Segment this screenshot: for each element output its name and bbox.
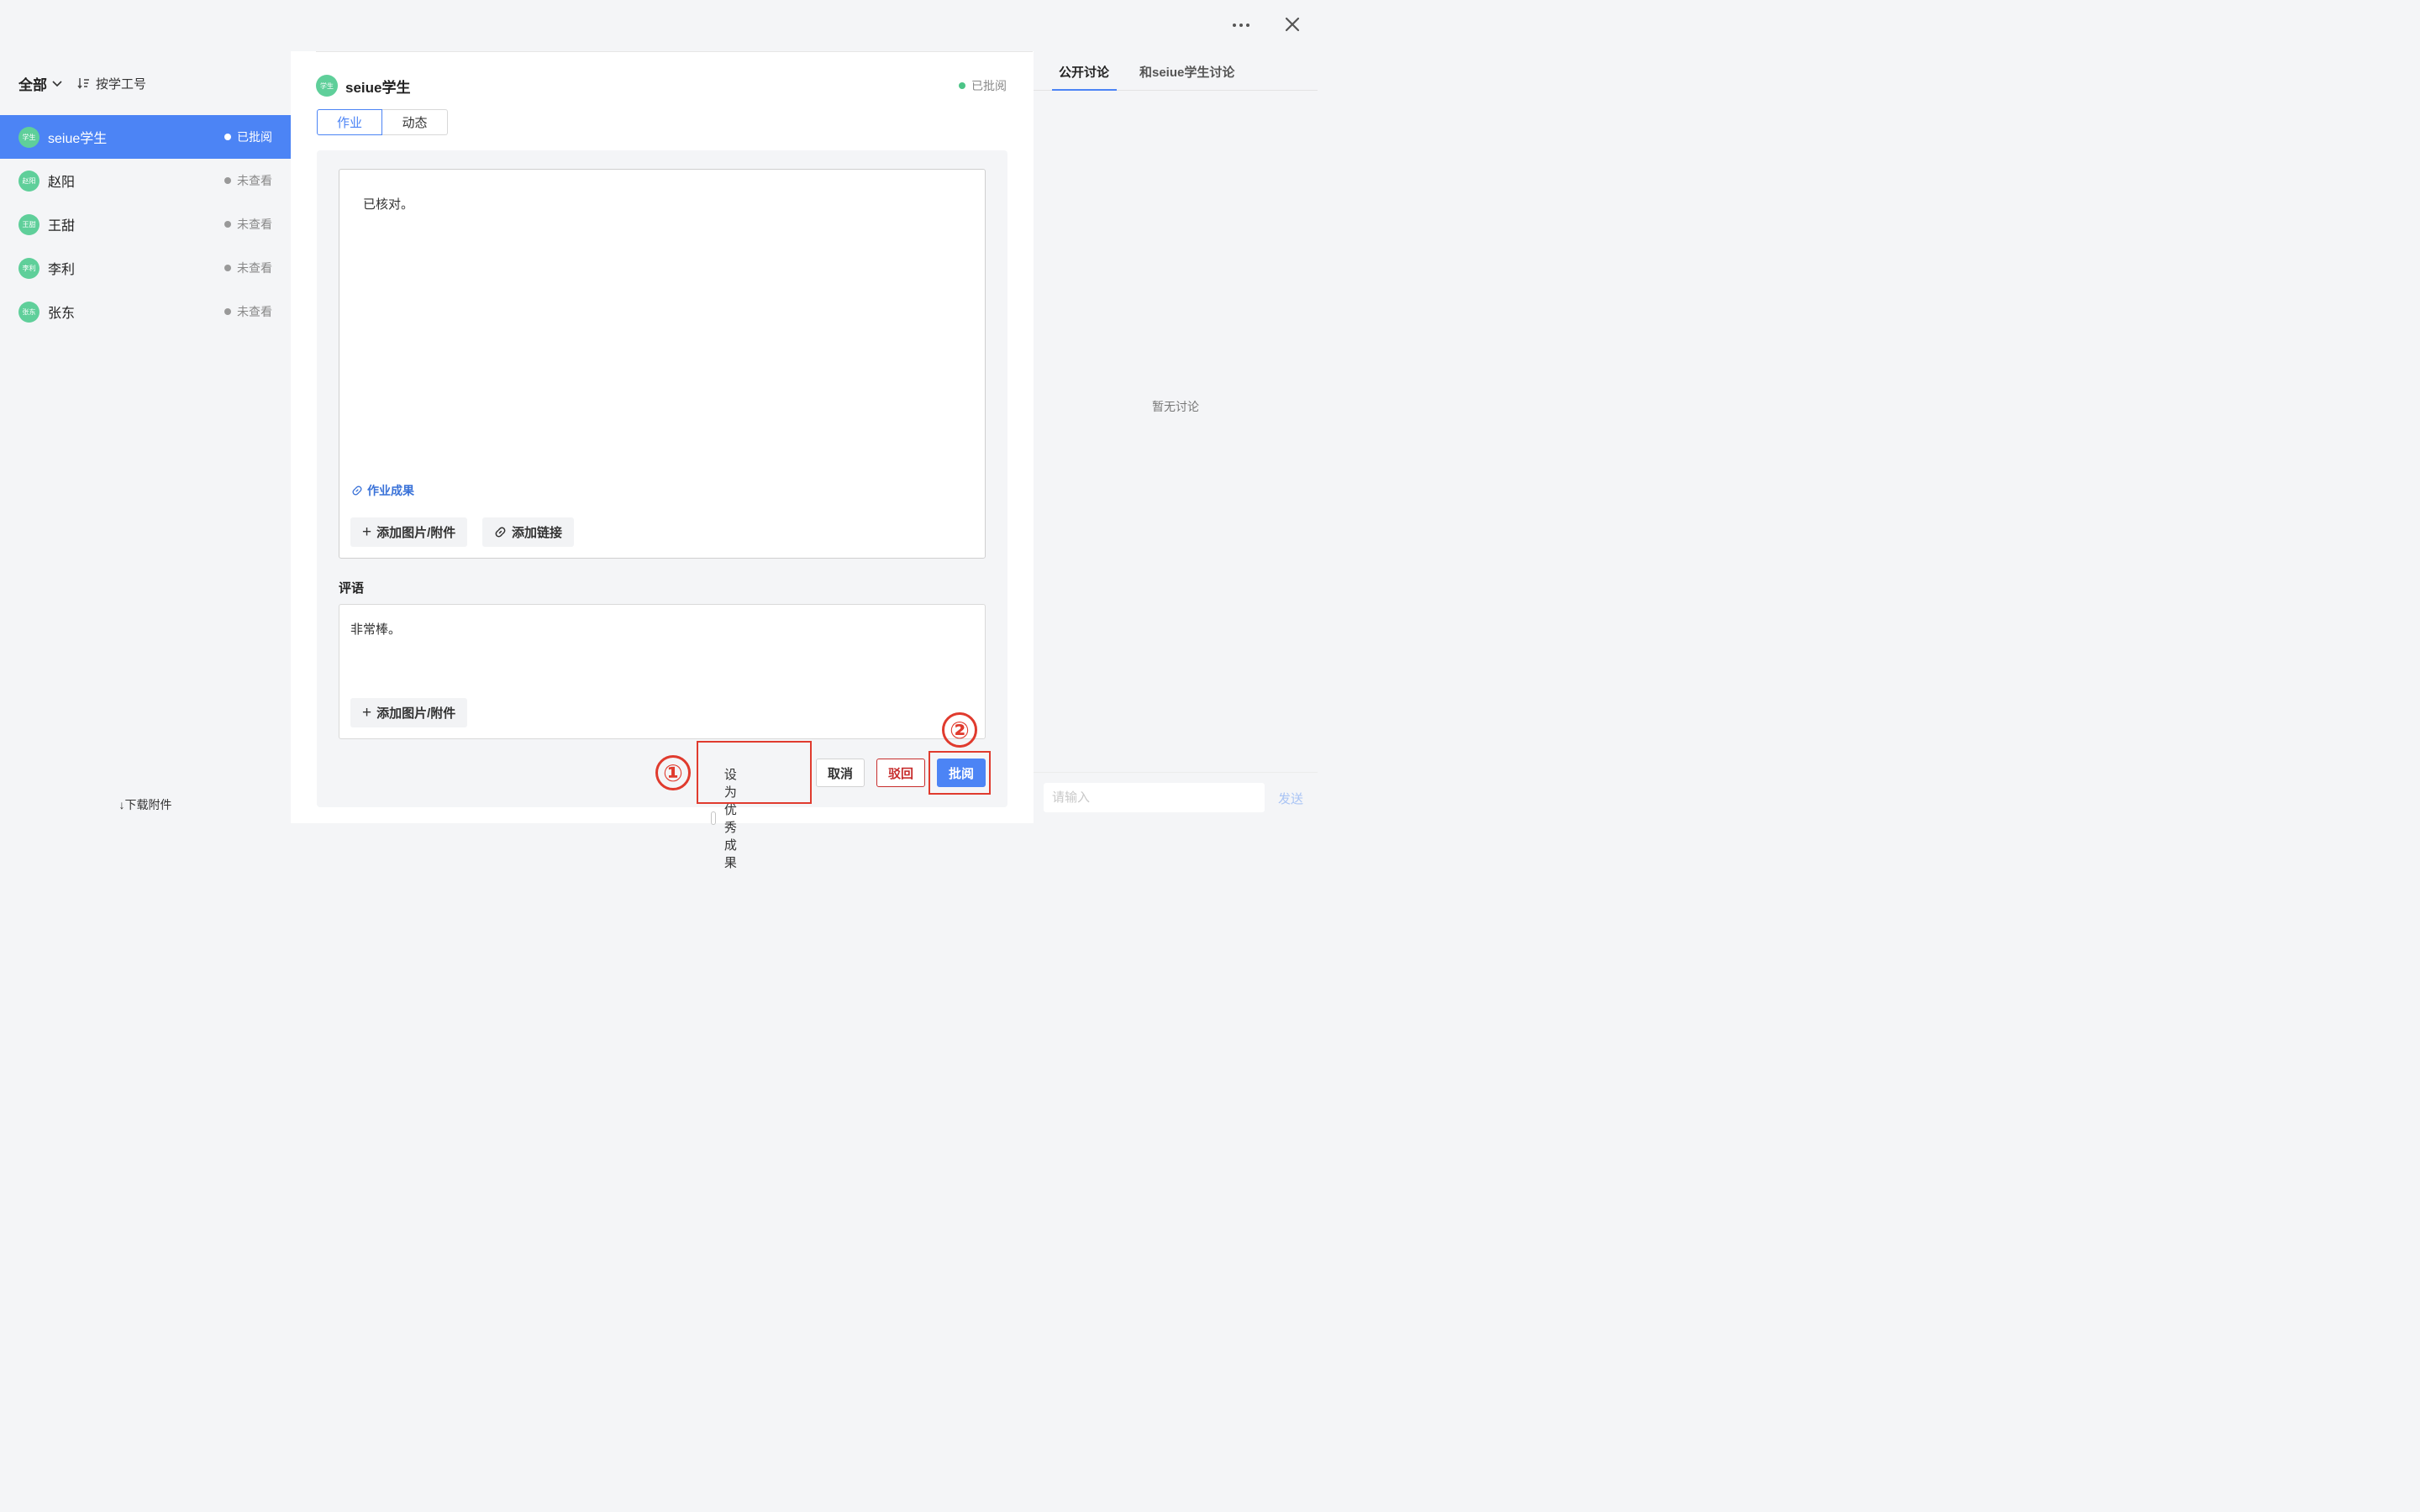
student-item[interactable]: 张东 张东 未查看 — [0, 290, 291, 333]
student-list: 学生 seiue学生 已批阅 赵阳 赵阳 未查看 王甜 王甜 未查看 李利 李利… — [0, 115, 291, 333]
status-badge: 未查看 — [224, 172, 272, 189]
discussion-panel: 公开讨论 和seiue学生讨论 暂无讨论 发送 — [1034, 51, 1318, 823]
sort-icon — [77, 78, 89, 89]
tab-homework[interactable]: 作业 — [317, 109, 382, 135]
tab-private-discussion[interactable]: 和seiue学生讨论 — [1139, 63, 1234, 81]
download-icon: ↓ — [118, 798, 125, 811]
status-dot — [224, 134, 231, 140]
student-title: seiue学生 — [345, 79, 411, 96]
comment-add-attachment-button[interactable]: + 添加图片/附件 — [350, 698, 468, 727]
status-dot — [224, 177, 231, 184]
avatar: 李利 — [18, 257, 39, 279]
status-dot — [224, 308, 231, 315]
status-badge: 未查看 — [224, 260, 272, 276]
status-text: 未查看 — [237, 261, 272, 275]
annotation-number-2: ② — [942, 712, 977, 748]
sort-button[interactable]: 按学工号 — [77, 75, 146, 92]
plus-icon: + — [362, 703, 372, 722]
more-horizontal-icon[interactable] — [1228, 18, 1254, 32]
submission-text: 已核对。 — [363, 197, 414, 212]
avatar: 赵阳 — [18, 170, 39, 192]
submission-box: 已核对。 作业成果 + 添加图片/附件 添加链接 — [339, 169, 986, 559]
tab-underline — [1052, 89, 1117, 91]
empty-discussion-text: 暂无讨论 — [1152, 400, 1199, 413]
status-text: 未查看 — [237, 305, 272, 318]
homework-result-link[interactable]: 作业成果 — [351, 482, 414, 499]
annotation-number-1: ① — [655, 755, 691, 790]
avatar: 王甜 — [18, 213, 39, 235]
avatar: 张东 — [18, 301, 39, 323]
content-tabs: 作业 动态 — [317, 109, 448, 135]
work-panel: 已核对。 作业成果 + 添加图片/附件 添加链接 评语 非常棒。 + 添加图片/… — [317, 150, 1007, 870]
chevron-down-icon — [52, 81, 62, 87]
sort-label: 按学工号 — [96, 76, 147, 92]
student-item[interactable]: 赵阳 赵阳 未查看 — [0, 159, 291, 202]
status-badge: 已批阅 — [959, 77, 1007, 94]
annotation-box-approve — [929, 751, 991, 795]
status-badge: 未查看 — [224, 303, 272, 320]
comment-input[interactable]: 非常棒。 + 添加图片/附件 — [339, 604, 986, 739]
plus-icon: + — [362, 522, 372, 541]
student-name: 王甜 — [48, 219, 76, 234]
add-link-label: 添加链接 — [512, 526, 563, 540]
student-header: 学生 seiue学生 — [316, 75, 410, 97]
add-link-button[interactable]: 添加链接 — [482, 517, 575, 547]
tab-activity[interactable]: 动态 — [382, 109, 448, 135]
status-dot — [959, 82, 965, 89]
student-item[interactable]: 学生 seiue学生 已批阅 — [0, 115, 291, 159]
comment-text: 非常棒。 — [350, 622, 402, 637]
student-name: seiue学生 — [48, 132, 108, 146]
divider — [316, 51, 1033, 52]
result-link-label: 作业成果 — [367, 484, 414, 497]
status-text: 已批阅 — [237, 130, 272, 144]
link-icon — [495, 527, 506, 538]
student-name: 李利 — [48, 263, 76, 277]
status-text: 已批阅 — [971, 79, 1007, 92]
link-icon — [352, 486, 362, 496]
window-titlebar — [0, 0, 1318, 51]
avatar: 学生 — [18, 126, 39, 148]
chat-input-bar: 发送 — [1034, 772, 1318, 823]
excellent-checkbox[interactable] — [711, 811, 716, 825]
student-name: 张东 — [48, 307, 76, 321]
status-text: 未查看 — [237, 218, 272, 231]
avatar: 学生 — [316, 75, 338, 97]
download-label: 下载附件 — [124, 798, 172, 811]
comment-add-attachment-label: 添加图片/附件 — [376, 706, 456, 721]
filter-row: 全部 按学工号 — [18, 73, 146, 93]
status-text: 未查看 — [237, 174, 272, 187]
comment-label: 评语 — [339, 581, 365, 596]
send-button[interactable]: 发送 — [1278, 790, 1303, 807]
discussion-input[interactable] — [1044, 783, 1265, 812]
status-dot — [224, 265, 231, 271]
filter-label: 全部 — [18, 76, 47, 93]
filter-dropdown[interactable]: 全部 — [18, 73, 64, 94]
status-dot — [224, 221, 231, 228]
add-attachment-label: 添加图片/附件 — [376, 526, 456, 540]
student-sidebar: 全部 按学工号 学生 seiue学生 已批阅 赵阳 赵阳 未查看 王甜 王甜 未… — [0, 51, 291, 823]
download-attachments-button[interactable]: ↓下载附件 — [0, 796, 291, 813]
homework-review-panel: 学生 seiue学生 已批阅 作业 动态 已核对。 作业成果 + 添加图片/附件… — [291, 51, 1034, 870]
student-item[interactable]: 王甜 王甜 未查看 — [0, 202, 291, 246]
discussion-tabs: 公开讨论 和seiue学生讨论 — [1034, 51, 1318, 91]
cancel-button[interactable]: 取消 — [816, 759, 865, 787]
annotation-box-excellent — [697, 741, 812, 804]
reject-button[interactable]: 驳回 — [876, 759, 925, 787]
status-badge: 已批阅 — [224, 129, 272, 145]
add-attachment-button[interactable]: + 添加图片/附件 — [350, 517, 468, 547]
student-item[interactable]: 李利 李利 未查看 — [0, 246, 291, 290]
tab-public-discussion[interactable]: 公开讨论 — [1059, 63, 1109, 81]
status-badge: 未查看 — [224, 216, 272, 233]
close-icon[interactable] — [1282, 14, 1302, 34]
student-name: 赵阳 — [48, 176, 76, 190]
